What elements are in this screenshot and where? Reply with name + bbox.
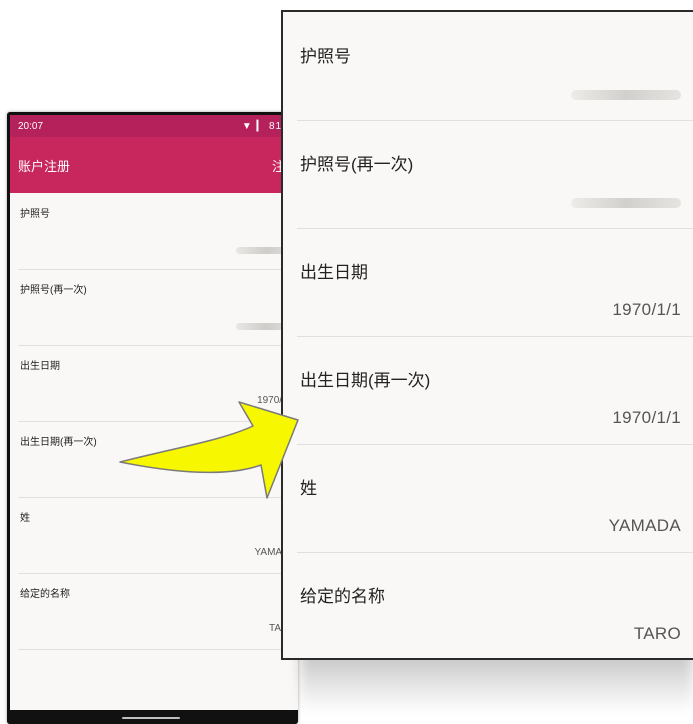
field-value[interactable]: YAMADA: [609, 516, 681, 536]
field-given-name[interactable]: 给定的名称 TARO: [18, 573, 298, 650]
zoom-field-surname[interactable]: 姓 YAMADA: [297, 444, 693, 553]
field-label: 护照号: [300, 47, 351, 66]
field-label: 护照号(再一次): [300, 155, 414, 174]
field-label: 出生日期: [20, 361, 60, 372]
field-passport[interactable]: 护照号: [18, 193, 298, 270]
zoom-field-passport[interactable]: 护照号: [297, 12, 693, 121]
home-indicator[interactable]: [122, 717, 180, 719]
field-label: 给定的名称: [300, 587, 385, 606]
status-bar: 20:07 ▼ ▎ 81%: [10, 115, 298, 137]
toolbar-title: 账户注册: [18, 158, 71, 174]
field-value[interactable]: 1970/1/1: [612, 408, 681, 428]
field-value[interactable]: TARO: [634, 624, 681, 644]
app-toolbar: 账户注册 注册: [10, 137, 298, 193]
zoomed-form-panel: 护照号 护照号(再一次) 出生日期 1970/1/1 出生日期(再一次) 197…: [281, 10, 693, 660]
passport-value-blurred[interactable]: [571, 90, 681, 100]
zoom-field-given-name[interactable]: 给定的名称 TARO: [297, 552, 693, 658]
status-time: 20:07: [18, 120, 44, 132]
zoom-field-birthdate-confirm[interactable]: 出生日期(再一次) 1970/1/1: [297, 336, 693, 445]
field-label: 出生日期(再一次): [300, 371, 431, 390]
zoom-field-passport-confirm[interactable]: 护照号(再一次): [297, 120, 693, 229]
passport-confirm-value-blurred[interactable]: [571, 198, 681, 208]
callout-arrow-icon: [119, 401, 299, 499]
field-label: 护照号: [20, 209, 50, 220]
field-label: 护照号(再一次): [20, 285, 87, 296]
field-label: 给定的名称: [20, 589, 70, 600]
field-surname[interactable]: 姓 YAMADA: [18, 497, 298, 574]
field-label: 出生日期(再一次): [20, 437, 97, 448]
nav-bar: [7, 710, 298, 724]
field-label: 出生日期: [300, 263, 368, 282]
field-value[interactable]: 1970/1/1: [612, 300, 681, 320]
field-label: 姓: [20, 513, 30, 524]
field-passport-confirm[interactable]: 护照号(再一次): [18, 269, 298, 346]
zoom-field-birthdate[interactable]: 出生日期 1970/1/1: [297, 228, 693, 337]
